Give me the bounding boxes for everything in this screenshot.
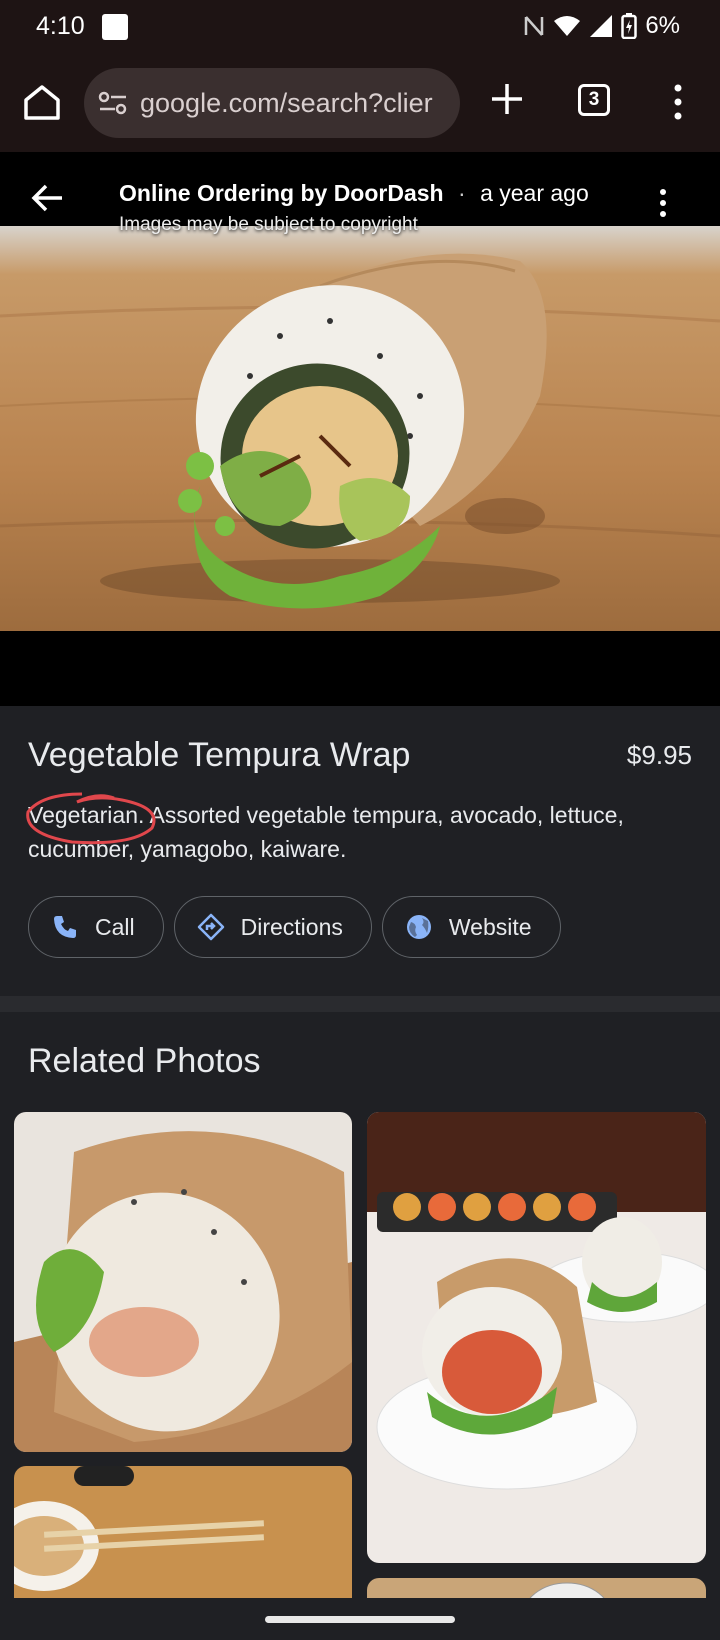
status-bar: 4:10 6%	[0, 0, 720, 54]
partial-photo-thumbnail	[367, 1578, 706, 1600]
main-photo[interactable]	[0, 226, 720, 631]
back-arrow-icon[interactable]	[28, 178, 68, 218]
section-divider	[0, 996, 720, 1012]
source-age: a year ago	[480, 180, 589, 206]
website-button[interactable]: Website	[381, 896, 561, 958]
site-settings-icon[interactable]	[98, 90, 128, 116]
directions-button[interactable]: Directions	[173, 896, 372, 958]
hand-drawn-circle-annotation	[26, 792, 156, 845]
rice-bowl-thumbnail	[14, 1466, 352, 1600]
new-tab-icon[interactable]	[488, 80, 526, 118]
more-options-icon[interactable]	[655, 188, 671, 218]
source-name[interactable]: Online Ordering by DoorDash	[119, 180, 444, 206]
call-button[interactable]: Call	[28, 896, 164, 958]
related-photos-section: Related Photos	[0, 1012, 720, 1600]
phone-icon	[54, 916, 76, 938]
notification-icon	[102, 14, 128, 40]
directions-label: Directions	[240, 913, 343, 940]
source-separator: ·	[458, 180, 466, 206]
related-photo[interactable]	[367, 1578, 706, 1600]
item-detail-panel: Vegetable Tempura Wrap $9.95 Vegetarian.…	[0, 706, 720, 996]
source-line[interactable]: Online Ordering by DoorDash · a year ago	[119, 180, 589, 207]
item-title: Vegetable Tempura Wrap	[28, 736, 411, 774]
browser-menu-icon[interactable]	[668, 84, 688, 120]
wrap-photo-thumbnail	[14, 1112, 352, 1452]
tempura-wrap-photo	[0, 226, 720, 631]
action-buttons: Call Directions Website	[28, 896, 561, 958]
related-photos-title: Related Photos	[28, 1042, 261, 1080]
website-label: Website	[448, 913, 532, 940]
wifi-icon	[554, 16, 581, 36]
directions-icon	[197, 913, 224, 941]
battery-percent: 6%	[645, 12, 680, 39]
image-viewer: Online Ordering by DoorDash · a year ago…	[0, 152, 720, 706]
item-price: $9.95	[626, 740, 692, 770]
viewer-header: Online Ordering by DoorDash · a year ago…	[0, 152, 720, 235]
browser-toolbar: google.com/search?clier 3	[0, 54, 720, 152]
url-text[interactable]: google.com/search?clier	[140, 88, 433, 119]
globe-icon	[406, 915, 431, 939]
battery-icon	[621, 13, 638, 39]
related-photo[interactable]	[14, 1466, 352, 1600]
signal-icon	[590, 15, 613, 37]
status-time: 4:10	[36, 12, 85, 40]
home-icon[interactable]	[20, 80, 64, 124]
status-indicators: 6%	[523, 12, 680, 40]
related-photo[interactable]	[14, 1112, 352, 1452]
call-label: Call	[95, 913, 135, 940]
related-photo[interactable]	[367, 1112, 706, 1563]
gesture-nav-bar	[0, 1598, 720, 1640]
nfc-icon	[525, 16, 544, 36]
wrap-plates-thumbnail	[367, 1112, 706, 1563]
copyright-notice: Images may be subject to copyright	[119, 214, 418, 235]
url-bar[interactable]: google.com/search?clier	[84, 68, 460, 138]
home-gesture-handle[interactable]	[265, 1616, 455, 1623]
tab-switcher-button[interactable]: 3	[578, 84, 610, 116]
